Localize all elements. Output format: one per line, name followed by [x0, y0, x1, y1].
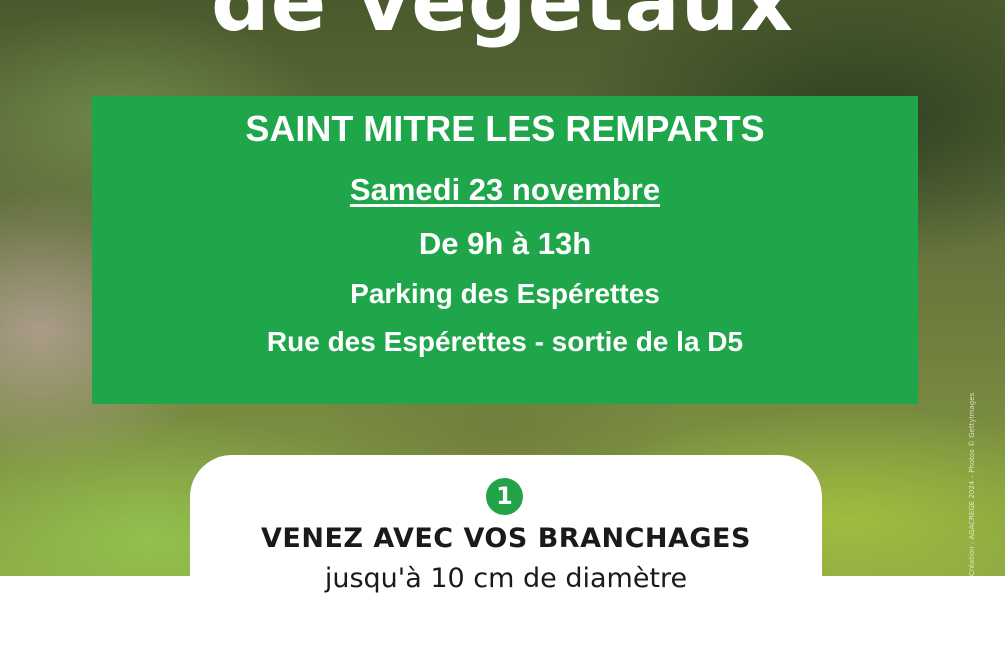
event-hours: De 9h à 13h [418, 226, 592, 261]
step-subtitle: jusqu'à 10 cm de diamètre [324, 563, 688, 594]
event-street: Rue des Espérettes - sortie de la D5 [266, 326, 744, 357]
event-town: SAINT MITRE LES REMPARTS [245, 108, 765, 149]
photo-credit: Création : AGACREGE 2024 – Photos © Gett… [968, 392, 976, 576]
event-place: Parking des Espérettes [350, 278, 660, 309]
step-card: 1 VENEZ AVEC VOS BRANCHAGES jusqu'à 10 c… [190, 455, 822, 655]
event-date: Samedi 23 novembre [349, 172, 661, 207]
poster-headline: de végétaux [210, 0, 795, 50]
step-number-badge: 1 [486, 478, 523, 515]
step-title: VENEZ AVEC VOS BRANCHAGES [261, 523, 751, 554]
event-info-box: SAINT MITRE LES REMPARTS Samedi 23 novem… [92, 96, 918, 404]
